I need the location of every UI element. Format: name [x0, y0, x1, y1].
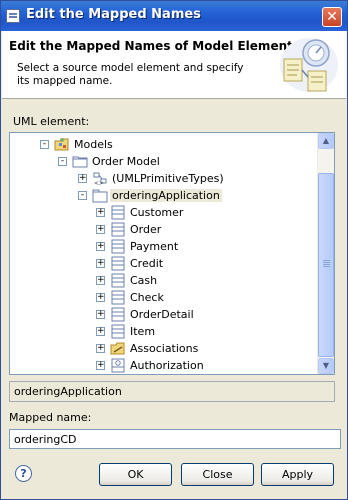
- expand-icon[interactable]: +: [96, 259, 105, 268]
- tree-item-label: Item: [130, 325, 156, 338]
- grip-icon: [323, 260, 330, 261]
- help-button[interactable]: ?: [15, 465, 32, 482]
- header-title: Edit the Mapped Names of Model Element: [9, 39, 293, 53]
- tree-item[interactable]: + Cash: [10, 272, 315, 289]
- expand-icon[interactable]: +: [96, 242, 105, 251]
- class-icon: [110, 290, 126, 305]
- expand-icon[interactable]: +: [96, 276, 105, 285]
- class-icon: [110, 256, 126, 271]
- tree-item-label: OrderDetail: [130, 308, 194, 321]
- associations-folder-icon: [110, 341, 126, 356]
- window-title: Edit the Mapped Names: [26, 7, 201, 22]
- expand-icon[interactable]: +: [96, 225, 105, 234]
- models-folder-icon: [54, 137, 70, 152]
- mapped-name-input[interactable]: orderingCD: [9, 429, 341, 449]
- expand-icon[interactable]: +: [96, 344, 105, 353]
- tree-item-label: Order Model: [92, 155, 160, 168]
- arrow-up-icon: ▲: [322, 136, 330, 145]
- svg-text:<>: <>: [94, 180, 104, 186]
- window-icon: [6, 9, 20, 23]
- package-icon: [92, 188, 108, 203]
- selected-element-field: orderingApplication: [9, 381, 335, 402]
- title-bar[interactable]: Edit the Mapped Names ✕: [1, 1, 347, 31]
- tree-item-label: Payment: [130, 240, 179, 253]
- class-icon: [110, 273, 126, 288]
- tree-item-label: Models: [74, 138, 113, 151]
- interface-icon: [110, 358, 126, 373]
- tree-item[interactable]: + <> (UMLPrimitiveTypes): [10, 170, 315, 187]
- class-icon: [110, 205, 126, 220]
- mapping-banner-icon: [280, 38, 338, 92]
- scroll-up-button[interactable]: ▲: [318, 133, 334, 149]
- tree-item[interactable]: + Payment: [10, 238, 315, 255]
- tree-item[interactable]: - orderingApplication: [10, 187, 315, 204]
- tree-item-label: Cash: [130, 274, 158, 287]
- expand-icon[interactable]: +: [96, 208, 105, 217]
- tree-item-label: Customer: [130, 206, 184, 219]
- collapse-icon[interactable]: -: [58, 157, 67, 166]
- tree-item-label: Credit: [130, 257, 164, 270]
- scroll-down-button[interactable]: ▼: [318, 358, 334, 374]
- collapse-icon[interactable]: -: [40, 140, 49, 149]
- tree-item[interactable]: + Check: [10, 289, 315, 306]
- class-icon: [110, 307, 126, 322]
- tree-item-label: Order: [130, 223, 162, 236]
- tree-item-label: Associations: [130, 342, 199, 355]
- expand-icon[interactable]: +: [96, 361, 105, 370]
- primitive-types-icon: <>: [92, 171, 108, 187]
- tree-item[interactable]: - Models: [10, 136, 315, 153]
- arrow-down-icon: ▼: [322, 361, 330, 370]
- header-description: Select a source model element and specif…: [17, 62, 244, 87]
- expand-icon[interactable]: +: [96, 327, 105, 336]
- dialog-window: Edit the Mapped Names ✕ Edit the Mapped …: [0, 0, 348, 500]
- tree-item[interactable]: + Customer: [10, 204, 315, 221]
- tree-item[interactable]: + Associations: [10, 340, 315, 357]
- tree-item-label: orderingApplication: [110, 189, 222, 202]
- tree-item[interactable]: + Authorization: [10, 357, 315, 374]
- tree-item-label: Check: [130, 291, 164, 304]
- expand-icon[interactable]: +: [96, 310, 105, 319]
- tree-item[interactable]: + Order: [10, 221, 315, 238]
- model-icon: [72, 154, 88, 169]
- scroll-thumb[interactable]: [318, 173, 334, 357]
- uml-element-tree[interactable]: - Models - Order Model + <> (UMLPrimitiveTypes…: [9, 132, 335, 375]
- class-icon: [110, 239, 126, 254]
- expand-icon[interactable]: +: [78, 174, 87, 183]
- tree-item-label: (UMLPrimitiveTypes): [112, 172, 224, 185]
- class-icon: [110, 222, 126, 237]
- close-button[interactable]: Close: [181, 463, 254, 486]
- uml-element-label: UML element:: [13, 115, 90, 128]
- tree-item-label: Authorization: [130, 359, 204, 372]
- tree-item[interactable]: + OrderDetail: [10, 306, 315, 323]
- apply-button[interactable]: Apply: [261, 463, 334, 486]
- expand-icon[interactable]: +: [96, 293, 105, 302]
- tree-item[interactable]: + Item: [10, 323, 315, 340]
- mapped-name-label: Mapped name:: [9, 411, 92, 424]
- collapse-icon[interactable]: -: [78, 191, 87, 200]
- ok-button[interactable]: OK: [99, 463, 172, 486]
- tree-item[interactable]: + Credit: [10, 255, 315, 272]
- class-icon: [110, 324, 126, 339]
- close-window-button[interactable]: ✕: [322, 7, 342, 27]
- close-icon: ✕: [326, 9, 338, 25]
- dialog-header: Edit the Mapped Names of Model Element S…: [2, 31, 346, 99]
- vertical-scrollbar[interactable]: ▲ ▼: [317, 133, 334, 374]
- help-icon: ?: [20, 467, 27, 480]
- tree-item[interactable]: - Order Model: [10, 153, 315, 170]
